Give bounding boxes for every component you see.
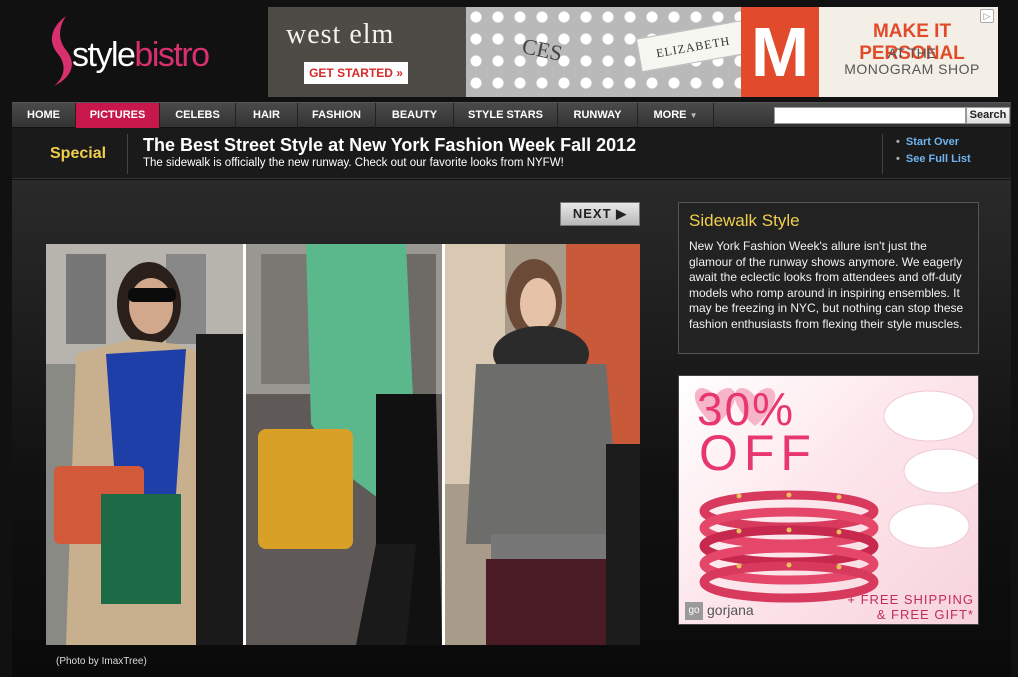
- gallery-description-box: Sidewalk Style New York Fashion Week's a…: [678, 202, 979, 354]
- nav-item-label: CELEBS: [175, 109, 220, 121]
- see-full-list-link[interactable]: • See Full List: [896, 153, 971, 165]
- ad-off: OFF: [699, 425, 817, 481]
- nav-item-runway[interactable]: RUNWAY: [558, 103, 638, 128]
- special-label: Special: [50, 145, 107, 162]
- bullet-icon: •: [896, 153, 900, 165]
- nav-item-home[interactable]: HOME: [12, 103, 76, 128]
- nav-item-label: MORE: [653, 109, 687, 121]
- main-content: NEXT ▶ (Photo by ImaxTree) Sidewalk Styl…: [12, 180, 1011, 677]
- photo-caption: (Photo by ImaxTree): [56, 656, 147, 667]
- gallery-description-body: New York Fashion Week's allure isn't jus…: [689, 239, 964, 331]
- stylebistro-logo[interactable]: stylebistro: [44, 14, 244, 88]
- ad-brand-name: gorjana: [707, 602, 754, 618]
- banner-get-started-button[interactable]: GET STARTED »: [304, 62, 408, 84]
- start-over-link[interactable]: • Start Over: [896, 136, 959, 148]
- ad-free-line2: & FREE GIFT*: [876, 607, 974, 622]
- next-button[interactable]: NEXT ▶: [560, 202, 640, 226]
- street-style-photo-image: [46, 244, 640, 645]
- chevron-down-icon: ▼: [689, 111, 698, 120]
- nav-item-label: PICTURES: [89, 109, 146, 121]
- nav-item-label: FASHION: [312, 109, 361, 121]
- logo-text-style: style: [72, 36, 136, 74]
- special-bar: Special The Best Street Style at New Yor…: [12, 128, 1011, 179]
- next-label: NEXT: [572, 206, 612, 221]
- gorjana-logo-icon: go: [685, 602, 703, 621]
- nav-item-style-stars[interactable]: STYLE STARS: [454, 103, 558, 128]
- banner-westelm-name: west elm: [286, 19, 395, 50]
- banner-monogram-shop: MONOGRAM SHOP: [844, 61, 980, 77]
- search-input[interactable]: [774, 107, 966, 124]
- banner-big-letter: M: [741, 7, 819, 97]
- nav-item-beauty[interactable]: BEAUTY: [376, 103, 454, 128]
- see-full-list-label: See Full List: [905, 153, 971, 165]
- bullet-icon: •: [896, 136, 900, 148]
- ad-free-line1: + FREE SHIPPING: [847, 592, 974, 607]
- main-nav: HOME PICTURES CELEBS HAIR FASHION BEAUTY…: [12, 102, 1011, 128]
- nav-item-hair[interactable]: HAIR: [236, 103, 298, 128]
- nav-item-pictures[interactable]: PICTURES: [76, 103, 160, 128]
- nav-item-label: RUNWAY: [573, 109, 622, 121]
- nav-item-label: STYLE STARS: [468, 109, 543, 121]
- nav-item-more[interactable]: MORE ▼: [638, 103, 714, 128]
- logo-text-bistro: bistro: [134, 36, 210, 74]
- special-divider: [127, 134, 128, 174]
- nav-item-celebs[interactable]: CELEBS: [160, 103, 236, 128]
- gallery-photo[interactable]: [46, 244, 640, 645]
- westelm-banner-ad[interactable]: west elm GET STARTED » CES ELIZABETH M M…: [268, 7, 998, 97]
- search-button[interactable]: Search: [966, 107, 1010, 124]
- play-arrow-icon: ▶: [616, 206, 628, 221]
- gallery-description-title: Sidewalk Style: [689, 211, 800, 230]
- nav-item-label: BEAUTY: [391, 109, 438, 121]
- special-divider: [882, 134, 883, 174]
- banner-monogram-panel: M MAKE IT PERSONAL AT THE MONOGRAM SHOP: [741, 7, 998, 97]
- nav-item-label: HAIR: [253, 109, 280, 121]
- gorjana-ad[interactable]: 30% OFF go gorjana + FREE SHIPPING & FREE …: [678, 375, 979, 625]
- gallery-title: The Best Street Style at New York Fashio…: [143, 135, 637, 155]
- nav-item-label: HOME: [27, 109, 60, 121]
- ad-free-shipping: + FREE SHIPPING & FREE GIFT*: [847, 592, 974, 622]
- nav-item-fashion[interactable]: FASHION: [298, 103, 376, 128]
- gallery-subtitle: The sidewalk is officially the new runwa…: [143, 157, 564, 169]
- banner-westelm-panel: west elm GET STARTED »: [268, 7, 466, 97]
- header: stylebistro west elm GET STARTED » CES E…: [0, 0, 1018, 101]
- banner-at-the: AT THE: [887, 45, 937, 61]
- ad-choices-icon[interactable]: ▷: [980, 9, 994, 23]
- start-over-label: Start Over: [905, 136, 960, 148]
- page: stylebistro west elm GET STARTED » CES E…: [0, 0, 1018, 677]
- ad-brand: go gorjana: [685, 602, 754, 621]
